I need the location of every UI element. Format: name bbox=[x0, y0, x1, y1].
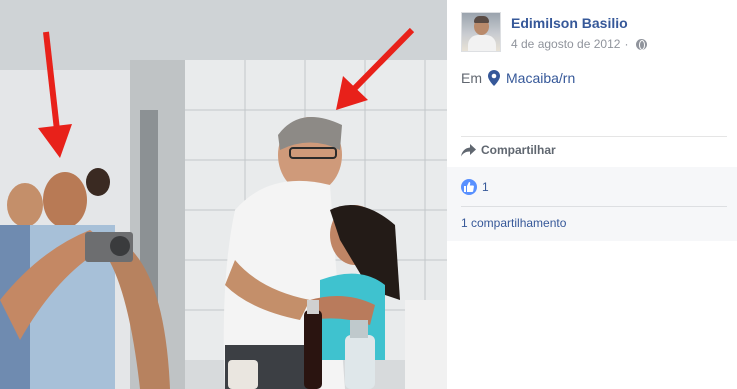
like-count: 1 bbox=[482, 180, 489, 194]
divider bbox=[461, 206, 727, 207]
post-timestamp[interactable]: 4 de agosto de 2012 · bbox=[511, 36, 648, 52]
share-button[interactable]: Compartilhar bbox=[461, 143, 556, 157]
author-header: Edimilson Basilio 4 de agosto de 2012 · bbox=[461, 12, 648, 52]
location-row: Em Macaiba/rn bbox=[461, 70, 575, 86]
share-arrow-icon bbox=[461, 143, 476, 156]
like-summary[interactable]: 1 bbox=[461, 179, 489, 195]
map-pin-icon bbox=[488, 70, 500, 86]
globe-icon[interactable] bbox=[636, 38, 648, 50]
reactions-box: 1 1 compartilhamento bbox=[447, 167, 737, 241]
date-separator: · bbox=[624, 37, 629, 51]
post-date-text[interactable]: 4 de agosto de 2012 bbox=[511, 36, 620, 52]
shares-count-link[interactable]: 1 compartilhamento bbox=[461, 216, 566, 230]
author-name-link[interactable]: Edimilson Basilio bbox=[511, 14, 647, 32]
location-prefix: Em bbox=[461, 70, 482, 86]
share-label: Compartilhar bbox=[481, 143, 556, 157]
post-info-panel: Edimilson Basilio 4 de agosto de 2012 · … bbox=[447, 0, 737, 389]
post-photo[interactable] bbox=[0, 0, 447, 389]
photo-illustration bbox=[0, 0, 447, 389]
avatar[interactable] bbox=[461, 12, 501, 52]
thumbs-up-icon bbox=[461, 179, 477, 195]
divider bbox=[461, 136, 727, 137]
location-link[interactable]: Macaiba/rn bbox=[506, 70, 575, 86]
